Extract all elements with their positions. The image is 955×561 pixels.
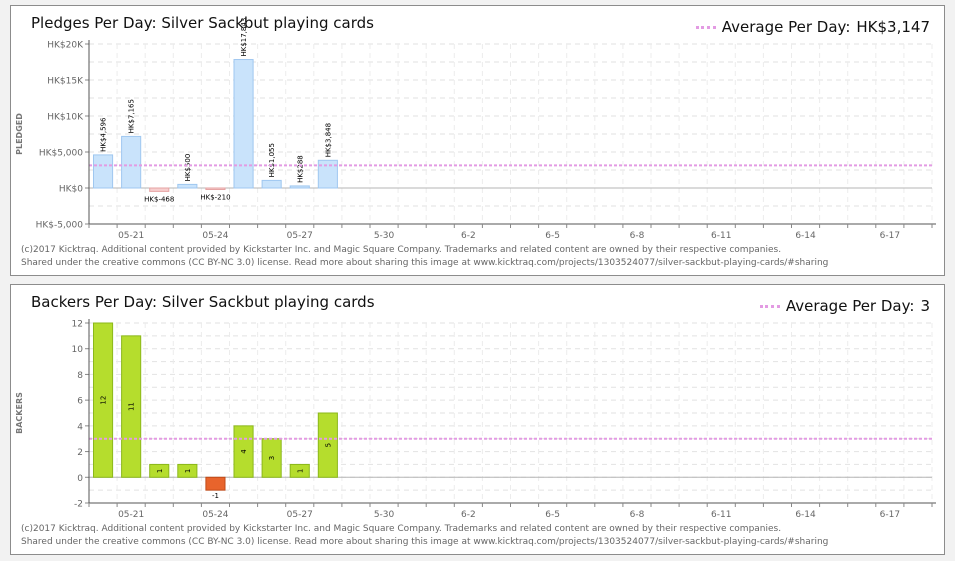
backers-bar — [205, 476, 226, 491]
backers-bar-value-label: 1 — [296, 469, 304, 473]
backers-y-tick-label: 12 — [72, 320, 83, 330]
pledges-y-tick-label: HK$20K — [47, 41, 84, 51]
backers-legend-value: 3 — [920, 297, 930, 315]
pledges-bar — [289, 185, 310, 189]
pledges-legend-value: HK$3,147 — [856, 18, 930, 36]
backers-x-tick-label: 6-17 — [880, 510, 900, 520]
backers-x-tick-label: 5-30 — [374, 510, 395, 520]
backers-bar-value-label: 11 — [128, 402, 136, 411]
pledges-y-tick-label: HK$5,000 — [39, 149, 83, 159]
backers-y-tick-label: -2 — [74, 500, 83, 510]
backers-chart-panel: BACKERS -2 0 2 4 6 8 10 12 12 11 1 1 -1 4 3 1 5 05-21 05-24… — [10, 284, 945, 555]
backers-y-tick-label: 4 — [77, 422, 83, 432]
backers-footer-license: Shared under the creative commons (CC BY… — [21, 537, 829, 547]
pledges-bar — [261, 179, 282, 189]
backers-x-tick-label: 05-21 — [118, 510, 144, 520]
pledges-bar-value-label: HK$288 — [296, 155, 304, 183]
backers-y-tick-label: 0 — [77, 474, 83, 484]
backers-y-tick-label: 6 — [77, 397, 83, 407]
average-line-swatch-icon — [759, 304, 780, 308]
backers-footer: (c)2017 Kicktraq. Additional content pro… — [21, 523, 828, 549]
pledges-footer-license: Shared under the creative commons (CC BY… — [21, 258, 829, 268]
backers-y-tick-label: 10 — [72, 345, 84, 355]
pledges-bar-value-label: HK$500 — [184, 154, 192, 182]
backers-x-tick-label: 6-14 — [795, 510, 816, 520]
pledges-x-tick-label: 05-24 — [202, 231, 228, 241]
pledges-y-tick-label: HK$-5,000 — [36, 221, 84, 231]
backers-bar-value-label: 4 — [240, 449, 248, 454]
average-line-swatch-icon — [695, 25, 716, 29]
backers-bar-value-label: 12 — [100, 396, 108, 405]
pledges-footer: (c)2017 Kicktraq. Additional content pro… — [21, 244, 828, 270]
backers-x-tick-label: 6-8 — [630, 510, 645, 520]
backers-bar-value-label: 1 — [156, 469, 164, 473]
backers-legend-label: Average Per Day: — [785, 297, 915, 315]
pledges-bar-value-label: HK$7,165 — [128, 99, 136, 133]
pledges-bar — [121, 135, 142, 189]
pledges-x-tick-label: 05-27 — [287, 231, 313, 241]
backers-x-tick-label: 6-2 — [461, 510, 476, 520]
pledges-y-tick-label: HK$10K — [47, 113, 84, 123]
backers-x-tick-label: 6-11 — [711, 510, 731, 520]
backers-x-tick-label: 05-24 — [202, 510, 228, 520]
backers-bar-value-label: 1 — [184, 469, 192, 473]
backers-y-axis-label: BACKERS — [15, 392, 24, 434]
pledges-y-tick-label: HK$15K — [47, 77, 84, 87]
pledges-bar — [205, 187, 226, 191]
pledges-bar — [177, 183, 198, 189]
pledges-bar — [149, 187, 170, 192]
backers-bar-value-label: 3 — [268, 456, 276, 460]
pledges-legend-label: Average Per Day: — [721, 18, 851, 36]
pledges-x-tick-label: 6-5 — [545, 231, 560, 241]
pledges-x-tick-label: 6-11 — [711, 231, 731, 241]
backers-x-tick-label: 05-27 — [287, 510, 313, 520]
pledges-bar-value-label: HK$4,596 — [100, 117, 108, 152]
backers-chart: BACKERS-202468101212111 1-1431505-21 05-24… — [15, 319, 936, 520]
backers-y-tick-label: 2 — [77, 448, 83, 458]
pledges-chart-title: Pledges Per Day: Silver Sackbut playing … — [31, 14, 374, 32]
pledges-x-tick-label: 6-2 — [461, 231, 476, 241]
backers-y-tick-label: 8 — [77, 371, 83, 381]
pledges-x-tick-label: 5-30 — [374, 231, 395, 241]
pledges-chart-panel: PLEDGED HK$-5,000 HK$0 HK$5,000 HK$10K HK$15K… — [10, 5, 945, 276]
backers-bar-value-label: -1 — [212, 492, 219, 500]
pledges-x-tick-label: 6-17 — [880, 231, 900, 241]
pledges-x-tick-label: 05-21 — [118, 231, 144, 241]
pledges-bar-value-label: HK$-210 — [200, 194, 230, 202]
backers-x-tick-label: 6-5 — [545, 510, 560, 520]
pledges-y-tick-label: HK$0 — [59, 185, 83, 195]
backers-bar-value-label: 5 — [324, 443, 332, 447]
backers-footer-copyright: (c)2017 Kicktraq. Additional content pro… — [21, 524, 782, 534]
backers-chart-title: Backers Per Day: Silver Sackbut playing … — [31, 293, 375, 311]
pledges-legend: Average Per Day: HK$3,147 — [695, 18, 930, 36]
backers-legend: Average Per Day: 3 — [759, 297, 930, 315]
pledges-x-tick-label: 6-14 — [795, 231, 816, 241]
pledges-x-tick-label: 6-8 — [630, 231, 645, 241]
pledges-bar — [92, 154, 114, 189]
pledges-y-axis-label: PLEDGED — [15, 113, 24, 155]
pledges-footer-copyright: (c)2017 Kicktraq. Additional content pro… — [21, 245, 782, 255]
pledges-bar — [233, 59, 254, 189]
pledges-bar-value-label: HK$3,848 — [324, 123, 332, 157]
pledges-chart: PLEDGED HK$-5,000 HK$0 HK$5,000 HK$10K HK$15K… — [15, 18, 936, 241]
pledges-bar-value-label: HK$1,055 — [268, 143, 276, 177]
pledges-bar-value-label: HK$-468 — [144, 195, 174, 203]
